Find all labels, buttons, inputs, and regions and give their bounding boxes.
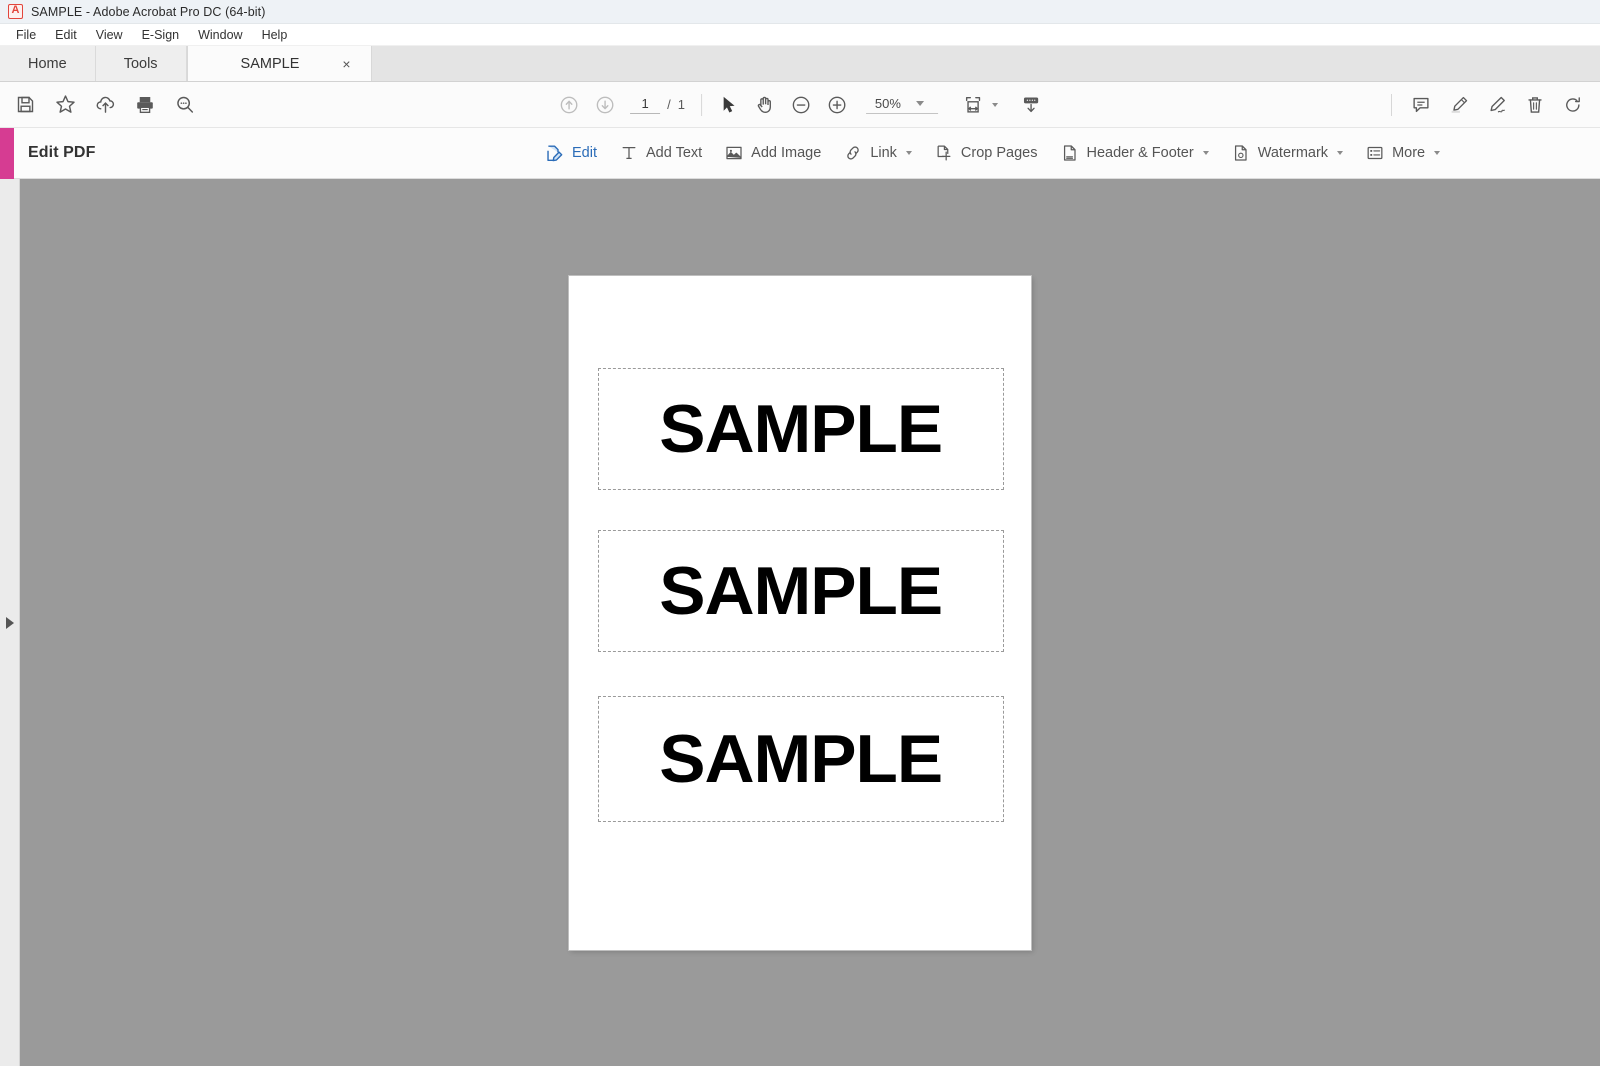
- edit-pdf-icon: [544, 143, 565, 164]
- text-block[interactable]: SAMPLE: [598, 368, 1004, 490]
- menubar: File Edit View E-Sign Window Help: [0, 24, 1600, 46]
- tab-document-sample[interactable]: SAMPLE ×: [186, 46, 372, 81]
- hand-icon[interactable]: [750, 90, 780, 120]
- edit-pdf-title: Edit PDF: [28, 144, 96, 161]
- add-text-label: Add Text: [646, 145, 703, 161]
- menu-esign[interactable]: E-Sign: [133, 26, 190, 44]
- sign-icon[interactable]: [1482, 90, 1512, 120]
- more-tool-button[interactable]: More: [1354, 137, 1451, 169]
- menu-edit[interactable]: Edit: [46, 26, 87, 44]
- tab-home[interactable]: Home: [0, 46, 96, 81]
- save-icon[interactable]: [10, 90, 40, 120]
- crop-pages-tool-button[interactable]: Crop Pages: [923, 137, 1049, 169]
- header-footer-label: Header & Footer: [1086, 145, 1194, 161]
- delete-icon[interactable]: [1520, 90, 1550, 120]
- text-block-content: SAMPLE: [659, 721, 944, 797]
- menu-window[interactable]: Window: [189, 26, 252, 44]
- acrobat-logo-icon: [8, 3, 23, 19]
- comment-icon[interactable]: [1406, 90, 1436, 120]
- main-toolbar: / 1 50%: [0, 82, 1600, 128]
- crop-pages-icon: [934, 143, 954, 163]
- rotate-icon[interactable]: [1558, 90, 1588, 120]
- page-number-input[interactable]: [630, 95, 661, 114]
- header-footer-icon: [1060, 143, 1080, 163]
- link-chevron-down-icon[interactable]: [905, 151, 912, 155]
- toolbar-right-group: [1385, 90, 1600, 120]
- page-navigation: / 1: [630, 95, 685, 114]
- zoom-in-icon[interactable]: [822, 90, 852, 120]
- page-total-label: 1: [677, 97, 685, 112]
- watermark-tool-button[interactable]: Watermark: [1220, 137, 1354, 169]
- pdf-page[interactable]: SAMPLE SAMPLE SAMPLE: [569, 276, 1031, 950]
- watermark-label: Watermark: [1257, 145, 1329, 161]
- text-block[interactable]: SAMPLE: [598, 530, 1004, 652]
- cursor-arrow-icon[interactable]: [714, 90, 744, 120]
- more-list-icon: [1365, 143, 1385, 163]
- link-icon: [843, 143, 863, 163]
- edit-pdf-toolbar: Edit PDF Edit Add Text Add Image Link Cr…: [0, 127, 1600, 179]
- edit-pdf-tool-group: Edit Add Text Add Image Link Crop Pages …: [533, 137, 1451, 170]
- highlight-icon[interactable]: [1444, 90, 1474, 120]
- watermark-chevron-down-icon[interactable]: [1337, 151, 1344, 155]
- print-icon[interactable]: [130, 90, 160, 120]
- add-image-tool-button[interactable]: Add Image: [713, 137, 832, 169]
- fit-page-icon[interactable]: [958, 90, 988, 120]
- text-block[interactable]: SAMPLE: [598, 696, 1004, 822]
- zoom-level-value: 50%: [874, 96, 901, 111]
- edit-pdf-accent-bar: [0, 127, 14, 179]
- star-icon[interactable]: [50, 90, 80, 120]
- add-image-icon: [724, 143, 744, 163]
- fit-page-chevron-down-icon[interactable]: [991, 102, 998, 107]
- tab-home-label: Home: [28, 55, 67, 72]
- text-block-content: SAMPLE: [659, 391, 944, 467]
- add-text-icon: [619, 143, 639, 163]
- window-titlebar: SAMPLE - Adobe Acrobat Pro DC (64-bit): [0, 0, 1600, 24]
- arrow-down-circle-icon[interactable]: [590, 90, 620, 120]
- link-tool-button[interactable]: Link: [832, 137, 923, 169]
- more-chevron-down-icon[interactable]: [1434, 151, 1441, 155]
- menu-help[interactable]: Help: [253, 26, 298, 44]
- toolbar-left-group: [0, 90, 200, 120]
- zoom-level-select[interactable]: 50%: [865, 95, 938, 114]
- chevron-down-icon[interactable]: [915, 101, 924, 106]
- cloud-upload-icon[interactable]: [90, 90, 120, 120]
- window-title: SAMPLE - Adobe Acrobat Pro DC (64-bit): [31, 4, 266, 19]
- link-label: Link: [870, 145, 897, 161]
- search-icon[interactable]: [170, 90, 200, 120]
- arrow-up-circle-icon[interactable]: [554, 90, 584, 120]
- text-block-content: SAMPLE: [659, 553, 944, 629]
- menu-file[interactable]: File: [7, 26, 46, 44]
- scroll-down-icon[interactable]: [1016, 90, 1046, 120]
- toolbar-center-group: / 1 50%: [554, 90, 1046, 120]
- chevron-right-icon: [5, 616, 14, 629]
- zoom-out-icon[interactable]: [786, 90, 816, 120]
- watermark-icon: [1231, 143, 1251, 163]
- document-viewer: SAMPLE SAMPLE SAMPLE: [0, 179, 1600, 1066]
- toolbar-divider-1: [700, 93, 702, 116]
- tabstrip: Home Tools SAMPLE ×: [0, 46, 1600, 82]
- tab-tools-label: Tools: [123, 55, 158, 72]
- edit-tool-label: Edit: [572, 145, 597, 161]
- page-separator: /: [667, 97, 671, 112]
- add-text-tool-button[interactable]: Add Text: [608, 137, 713, 169]
- edit-tool-button[interactable]: Edit: [533, 137, 608, 170]
- header-footer-tool-button[interactable]: Header & Footer: [1049, 137, 1220, 169]
- add-image-label: Add Image: [751, 145, 822, 161]
- tab-document-label: SAMPLE: [240, 55, 300, 72]
- toolbar-divider-2: [1391, 93, 1392, 116]
- header-footer-chevron-down-icon[interactable]: [1202, 151, 1209, 155]
- close-icon[interactable]: ×: [336, 57, 356, 71]
- crop-pages-label: Crop Pages: [960, 145, 1038, 161]
- more-label: More: [1392, 145, 1426, 161]
- tab-tools[interactable]: Tools: [95, 46, 187, 81]
- menu-view[interactable]: View: [87, 26, 133, 44]
- navigation-panel-toggle[interactable]: [0, 179, 20, 1066]
